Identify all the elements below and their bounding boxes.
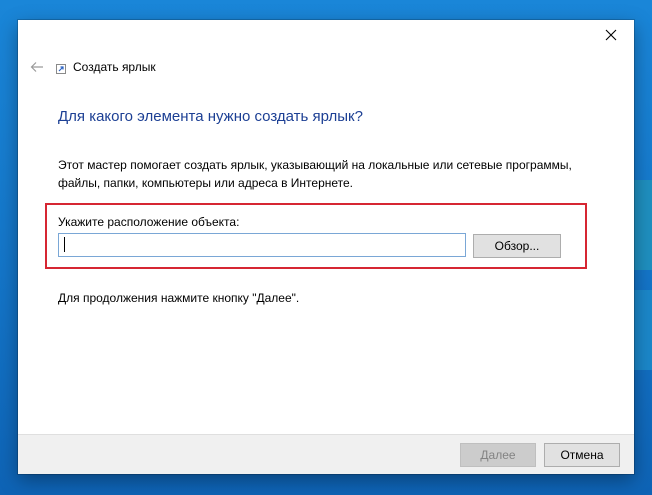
shortcut-icon [56,64,66,74]
close-icon [605,29,617,41]
desktop-background-window-edge-lower [632,290,652,370]
back-arrow-icon [30,62,43,72]
close-button[interactable] [588,20,634,50]
create-shortcut-wizard-window: Создать ярлык Для какого элемента нужно … [18,20,634,474]
wizard-footer: Далее Отмена [18,434,634,474]
location-field-label: Укажите расположение объекта: [58,215,240,229]
wizard-description: Этот мастер помогает создать ярлык, указ… [58,158,572,190]
continue-hint: Для продолжения нажмите кнопку "Далее". [58,291,300,305]
wizard-title: Создать ярлык [73,60,156,74]
back-button[interactable] [26,58,48,76]
cancel-button[interactable]: Отмена [544,443,620,467]
desktop-background-window-edge [632,180,652,270]
browse-button[interactable]: Обзор... [473,234,561,258]
next-button[interactable]: Далее [460,443,536,467]
location-input[interactable] [58,233,466,257]
text-caret [64,237,65,252]
page-heading: Для какого элемента нужно создать ярлык? [58,108,363,125]
